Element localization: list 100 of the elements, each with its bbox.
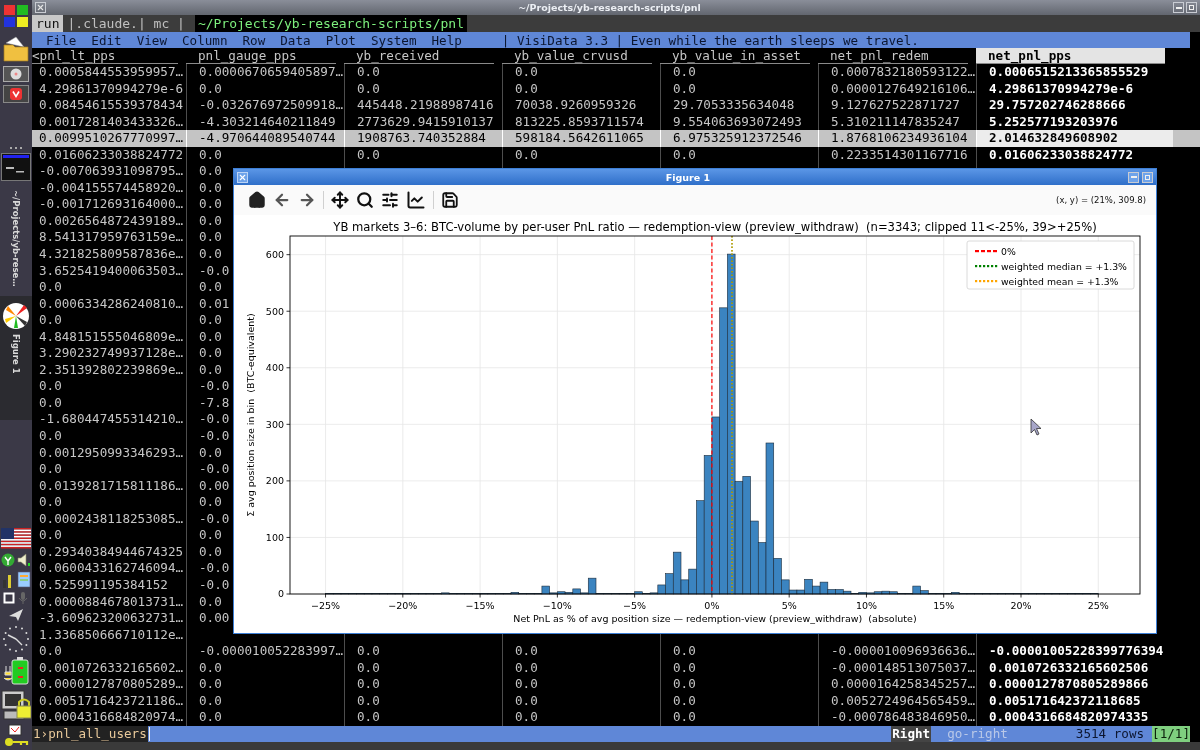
last-key: Right [891, 725, 932, 742]
table-cell: 0.0 [186, 659, 344, 677]
table-cell-text: 4.321825809587836e… [38, 246, 185, 263]
legend-label: 0% [1001, 245, 1016, 257]
table-cell-text: 2.351392802239869e… [38, 361, 185, 379]
table-cell-text: 0.0099510267770997… [38, 130, 185, 147]
table-cell-text: 0.0600433162746094… [38, 560, 185, 577]
table-cell: 0.0 [186, 80, 344, 98]
y-tick-label: 200 [265, 475, 284, 487]
table-cell: 0.0000127649216106… [818, 80, 976, 98]
table-cell: 0.0 [186, 146, 344, 164]
table-cell: 1908763.740352884 [344, 130, 502, 147]
page-indicator: [1/1] [1152, 725, 1190, 742]
table-cell-text: 0.0 [38, 527, 63, 544]
y-tick-label: 600 [265, 248, 284, 260]
window-title: Figure 1 [664, 171, 712, 183]
table-cell: -0.000148513075037… [818, 659, 976, 677]
table-cell-text: 4.848151555046809e… [38, 328, 185, 346]
table-cell: 0.0 [502, 709, 660, 726]
table-cell: 0.0 [344, 643, 502, 660]
table-cell-text: 0.0051716423721186… [38, 692, 185, 710]
table-cell-text: 0.0002438118253085… [38, 510, 185, 528]
table-cell-text: -3.609623200632731… [38, 610, 185, 627]
x-tick-label: 0% [704, 600, 720, 611]
table-cell: -0.000786483846950… [818, 709, 976, 726]
window-title: ~/Projects/yb-research-scripts/pnl [517, 2, 702, 13]
table-cell: 0.0 [660, 709, 818, 726]
table-cell-text: -0.001712693164000… [38, 196, 185, 213]
table-cell-text: 0.0005844553959957… [38, 64, 185, 81]
x-tick-label: 25% [1087, 600, 1109, 611]
table-cell-text: 0.0 [38, 643, 63, 660]
x-tick-label: −15% [465, 600, 495, 611]
table-cell-text: 0.0000127870805289… [38, 676, 185, 693]
table-cell-text: 0.29340384944674325 [38, 543, 185, 561]
table-cell-text: 0.0 [38, 494, 63, 511]
table-cell: 0.0 [660, 80, 818, 98]
x-tick-label: −5% [623, 600, 647, 611]
table-cell-text: 0.0006334286240810… [38, 295, 185, 313]
legend-label: weighted median = +1.3% [1001, 260, 1127, 272]
table-cell: 4.29861370994279e-6 [976, 80, 1173, 98]
x-tick-label: 10% [855, 600, 877, 611]
table-cell-text: 0.0 [38, 279, 63, 296]
table-cell-text: 0.0 [38, 312, 63, 329]
table-cell: 29.757202746288666 [976, 97, 1173, 114]
table-cell: 0.0 [502, 676, 660, 693]
table-cell: 0.0004316684820974335 [976, 709, 1173, 726]
table-cell: 0.0007832180593122… [818, 64, 976, 81]
table-cell: -0.000010096936636… [818, 643, 976, 660]
table-cell-text: -1.680447455314210… [38, 411, 185, 429]
table-cell: 598184.5642611065 [502, 130, 660, 147]
table-cell: 0.0 [660, 692, 818, 710]
table-cell: 0.0 [344, 146, 502, 164]
table-cell: 2.014632849608902 [976, 130, 1173, 147]
table-cell: 0.0 [344, 692, 502, 710]
table-cell: 9.127627522871727 [818, 97, 976, 114]
table-cell-text: 0.0010726332165602… [38, 659, 185, 677]
table-cell-text: 0.0139281715811186… [38, 477, 185, 495]
x-tick-label: 20% [1010, 600, 1032, 611]
table-cell: 0.0052724964565459… [818, 692, 976, 710]
table-cell: 0.0 [344, 709, 502, 726]
table-cell: 29.7053335634048 [660, 97, 818, 114]
x-tick-label: 5% [781, 600, 797, 611]
working-directory: ~/Projects/yb-research-scripts/pnl [194, 15, 467, 32]
table-cell-text: 0.0 [38, 461, 63, 478]
table-cell-text: 0.0004316684820974… [38, 709, 185, 726]
table-cell-text: -0.004155574458920… [38, 179, 185, 197]
table-cell: 0.0 [344, 659, 502, 677]
table-cell: 0.0 [502, 80, 660, 98]
table-cell-text: 0.0026564872439189… [38, 212, 185, 230]
table-cell: 0.0 [344, 676, 502, 693]
table-cell-text: 0.0017281403433326… [38, 113, 185, 131]
y-tick-label: 100 [265, 531, 284, 543]
table-cell-text: 8.541317959763159e… [38, 229, 185, 246]
table-cell: 0.0 [660, 64, 818, 81]
row-count: 3514 rows [1075, 726, 1145, 742]
table-cell: 0.0010726332165602506 [976, 659, 1173, 677]
table-cell-text: 0.01606233038824772 [38, 146, 185, 164]
table-cell-text: 0.525991195384152 [38, 576, 169, 594]
table-cell-text: 0.08454615539378434 [38, 97, 185, 114]
table-cell: 0.0 [502, 692, 660, 710]
table-cell-text: 1.336850666710112e… [38, 626, 185, 644]
cursor-coordinates: (x, y) = (21%, 309.8) [1056, 195, 1146, 205]
table-cell: 0.0000127870805289866 [976, 676, 1173, 693]
table-cell-text: 0.0 [38, 394, 63, 412]
table-cell: 0.01606233038824772 [976, 146, 1173, 164]
table-cell: 0.0 [186, 692, 344, 710]
table-cell: 0.0 [502, 146, 660, 164]
table-cell: 0.0 [502, 64, 660, 81]
table-cell: 0.0 [660, 676, 818, 693]
table-cell: 0.0000164258345257… [818, 676, 976, 693]
table-cell-text: 3.6525419400063503… [38, 262, 185, 280]
x-tick-label: 15% [933, 600, 955, 611]
x-tick-label: −20% [388, 600, 418, 611]
table-cell-text: 3.290232749937128e… [38, 345, 185, 362]
y-tick-label: 300 [265, 418, 284, 430]
table-cell: 0.005171642372118685 [976, 692, 1173, 710]
table-cell: 6.975325912372546 [660, 130, 818, 147]
legend-label: weighted mean = +1.3% [1001, 275, 1119, 287]
table-cell: 0.0 [502, 643, 660, 660]
table-cell: -4.970644089540744 [186, 130, 344, 147]
